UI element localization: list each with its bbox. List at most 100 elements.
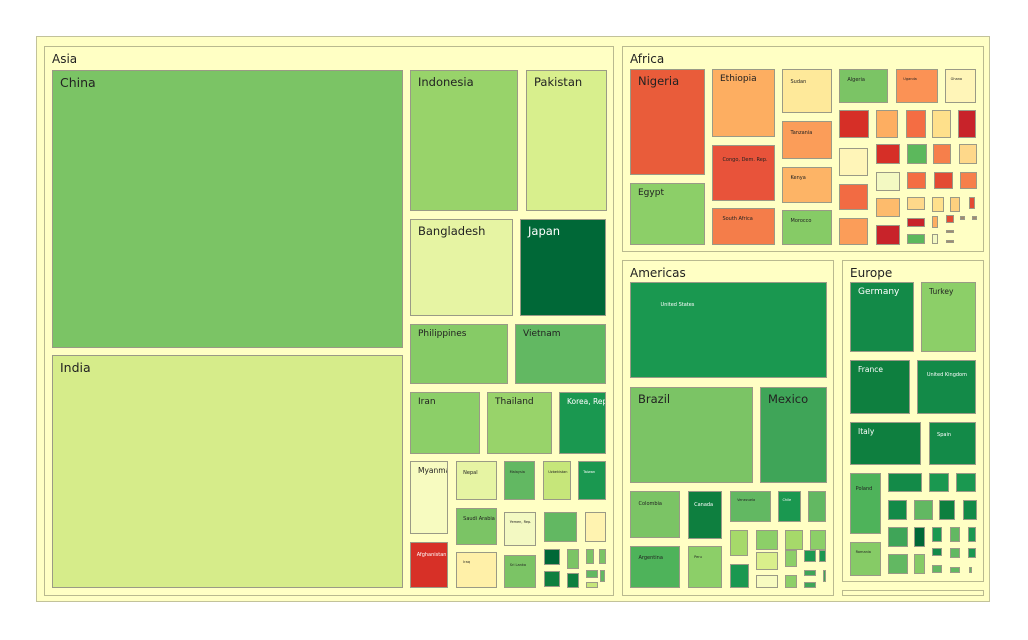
- tile[interactable]: [600, 570, 605, 582]
- tile-mexico[interactable]: Mexico: [760, 387, 827, 483]
- tile-india[interactable]: India: [52, 355, 403, 588]
- tile-colombia[interactable]: Colombia: [630, 491, 680, 538]
- tile[interactable]: [939, 500, 955, 520]
- tile[interactable]: [907, 144, 927, 164]
- tile[interactable]: [804, 570, 816, 576]
- tile[interactable]: [585, 512, 606, 542]
- tile[interactable]: [932, 216, 938, 228]
- tile-malaysia[interactable]: Malaysia: [504, 461, 535, 500]
- tile-afghanistan[interactable]: Afghanistan: [410, 542, 448, 588]
- tile[interactable]: [963, 500, 977, 520]
- tile-south-africa[interactable]: South Africa: [712, 208, 775, 245]
- tile[interactable]: [839, 218, 868, 245]
- tile[interactable]: [876, 144, 900, 164]
- tile[interactable]: [888, 527, 908, 547]
- tile-ghana[interactable]: Ghana: [945, 69, 976, 103]
- tile[interactable]: [932, 565, 942, 573]
- tile-turkey[interactable]: Turkey: [921, 282, 976, 352]
- tile[interactable]: [544, 571, 560, 587]
- tile-canada[interactable]: Canada: [688, 491, 722, 539]
- tile[interactable]: [907, 234, 925, 244]
- tile[interactable]: [946, 230, 954, 233]
- tile[interactable]: [946, 240, 954, 243]
- tile[interactable]: [932, 527, 942, 542]
- tile[interactable]: [544, 549, 560, 565]
- tile[interactable]: [810, 530, 826, 550]
- tile[interactable]: [888, 473, 922, 492]
- tile[interactable]: [969, 197, 975, 209]
- tile[interactable]: [929, 473, 949, 492]
- tile[interactable]: [888, 554, 908, 574]
- tile-indonesia[interactable]: Indonesia: [410, 70, 518, 211]
- tile[interactable]: [730, 530, 748, 556]
- tile[interactable]: [958, 110, 976, 138]
- tile-ethiopia[interactable]: Ethiopia: [712, 69, 775, 137]
- tile-yemen-rep[interactable]: Yemen, Rep.: [504, 512, 536, 546]
- tile[interactable]: [804, 582, 816, 588]
- tile[interactable]: [934, 172, 953, 189]
- tile-venezuela[interactable]: Venezuela: [730, 491, 771, 522]
- tile-poland[interactable]: Poland: [850, 473, 881, 534]
- tile[interactable]: [950, 548, 960, 558]
- tile[interactable]: [906, 110, 926, 138]
- tile-spain[interactable]: Spain: [929, 422, 976, 465]
- tile-romania[interactable]: Romania: [850, 542, 881, 576]
- tile-pakistan[interactable]: Pakistan: [526, 70, 607, 211]
- tile[interactable]: [950, 567, 960, 573]
- tile-vietnam[interactable]: Vietnam: [515, 324, 606, 384]
- tile[interactable]: [586, 549, 594, 564]
- group-other[interactable]: [842, 590, 984, 596]
- tile-peru[interactable]: Peru: [688, 546, 722, 588]
- tile-france[interactable]: France: [850, 360, 910, 414]
- tile-brazil[interactable]: Brazil: [630, 387, 753, 483]
- tile-korea-rep[interactable]: Korea, Rep.: [559, 392, 606, 454]
- tile[interactable]: [804, 550, 816, 562]
- tile[interactable]: [839, 184, 868, 210]
- tile[interactable]: [785, 550, 797, 567]
- tile-nigeria[interactable]: Nigeria: [630, 69, 705, 175]
- tile[interactable]: [914, 527, 925, 547]
- tile[interactable]: [567, 549, 579, 569]
- tile[interactable]: [907, 218, 925, 227]
- tile[interactable]: [950, 197, 960, 212]
- tile[interactable]: [933, 144, 951, 164]
- tile[interactable]: [544, 512, 577, 542]
- tile-thailand[interactable]: Thailand: [487, 392, 552, 454]
- tile[interactable]: [876, 225, 900, 245]
- tile[interactable]: [586, 582, 598, 588]
- tile[interactable]: [932, 234, 938, 244]
- tile[interactable]: [756, 552, 778, 570]
- tile-germany[interactable]: Germany: [850, 282, 914, 352]
- tile[interactable]: [972, 216, 977, 220]
- tile[interactable]: [968, 527, 976, 542]
- tile-bangladesh[interactable]: Bangladesh: [410, 219, 513, 316]
- tile-uzbekistan[interactable]: Uzbekistan: [543, 461, 571, 500]
- tile[interactable]: [907, 172, 926, 189]
- tile[interactable]: [914, 500, 933, 520]
- tile[interactable]: [876, 198, 900, 217]
- tile-china[interactable]: China: [52, 70, 403, 348]
- tile[interactable]: [946, 215, 954, 223]
- tile-congo-dem-rep[interactable]: Congo, Dem. Rep.: [712, 145, 775, 201]
- tile-morocco[interactable]: Morocco: [782, 210, 832, 245]
- tile[interactable]: [876, 110, 898, 138]
- tile-united-kingdom[interactable]: United Kingdom: [917, 360, 976, 414]
- tile[interactable]: [907, 197, 925, 210]
- tile-chile[interactable]: Chile: [778, 491, 801, 522]
- tile[interactable]: [968, 548, 976, 558]
- tile[interactable]: [819, 550, 826, 562]
- tile[interactable]: [567, 573, 579, 588]
- tile-egypt[interactable]: Egypt: [630, 183, 705, 245]
- tile[interactable]: [586, 570, 598, 578]
- tile[interactable]: [876, 172, 900, 191]
- tile-iraq[interactable]: Iraq: [456, 552, 497, 588]
- tile-sri-lanka[interactable]: Sri Lanka: [504, 555, 536, 588]
- tile[interactable]: [932, 197, 944, 212]
- tile-tanzania[interactable]: Tanzania: [782, 121, 832, 159]
- tile-argentina[interactable]: Argentina: [630, 546, 680, 588]
- tile[interactable]: [960, 216, 965, 220]
- tile-taiwan[interactable]: Taiwan: [578, 461, 606, 500]
- tile-united-states[interactable]: United States: [630, 282, 827, 378]
- tile[interactable]: [823, 570, 826, 582]
- tile[interactable]: [932, 110, 951, 138]
